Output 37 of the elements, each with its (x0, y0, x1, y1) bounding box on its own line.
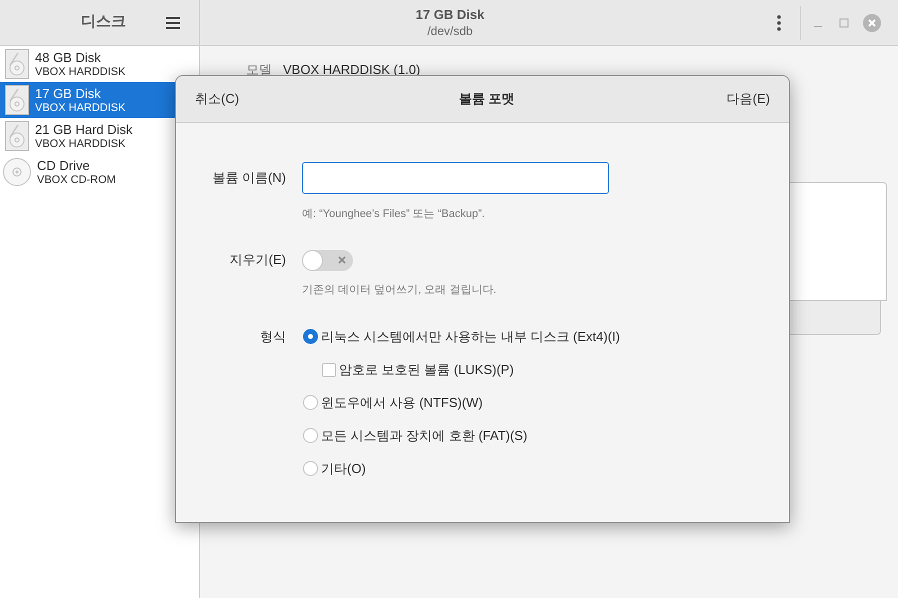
option-label[interactable]: 리눅스 시스템에서만 사용하는 내부 디스크 (Ext4)(I) (321, 328, 620, 345)
volume-name-field[interactable] (302, 162, 609, 194)
hint-text: 예: “Younghee’s Files” 또는 “Backup”. (302, 207, 486, 222)
next-button[interactable]: 다음(E) (726, 89, 770, 109)
device-path: /dev/sdb (427, 22, 473, 38)
hint-text: 기존의 데이터 덮어쓰기, 오래 걸립니다. (302, 282, 498, 298)
more-options-icon[interactable] (777, 14, 781, 30)
close-icon[interactable] (863, 14, 881, 32)
maximize-icon[interactable] (839, 18, 849, 28)
option-label[interactable]: 윈도우에서 사용 (NTFS)(W) (321, 394, 483, 411)
menu-icon[interactable] (166, 16, 180, 28)
disk-name: 21 GB Hard Disk (35, 122, 133, 136)
disk-name: CD Drive (37, 158, 91, 172)
disk-model: VBOX HARDDISK (35, 64, 126, 78)
field-label: 볼륨 이름(N) (211, 169, 286, 188)
radio-button[interactable] (303, 461, 318, 476)
checkbox[interactable] (322, 362, 336, 376)
option-label[interactable]: 모든 시스템과 장치에 호환 (FAT)(S) (321, 427, 528, 444)
field-label: 형식 (259, 328, 286, 346)
disk-title: 17 GB Disk (416, 6, 484, 22)
erase-switch[interactable] (302, 250, 353, 270)
sidebar-title: 디스크 (81, 12, 126, 32)
optical-disc-icon (3, 158, 31, 186)
disk-model: VBOX HARDDISK (35, 100, 126, 114)
cross-icon (338, 256, 346, 264)
radio-button[interactable] (303, 428, 318, 443)
radio-button[interactable] (303, 329, 318, 344)
option-label[interactable]: 암호로 보호된 볼륨 (LUKS)(P) (339, 361, 514, 378)
dialog-title: 볼륨 포맷 (459, 90, 515, 108)
radio-button[interactable] (303, 395, 318, 410)
field-label: 지우기(E) (228, 251, 286, 270)
disk-model: VBOX HARDDISK (35, 136, 126, 150)
disk-name: 48 GB Disk (35, 50, 102, 64)
disk-name: 17 GB Disk (35, 86, 102, 100)
option-label[interactable]: 기타(O) (321, 460, 366, 477)
detail-value: VBOX HARDDISK (1.0) (283, 61, 420, 79)
disk-model: VBOX CD-ROM (37, 172, 116, 186)
